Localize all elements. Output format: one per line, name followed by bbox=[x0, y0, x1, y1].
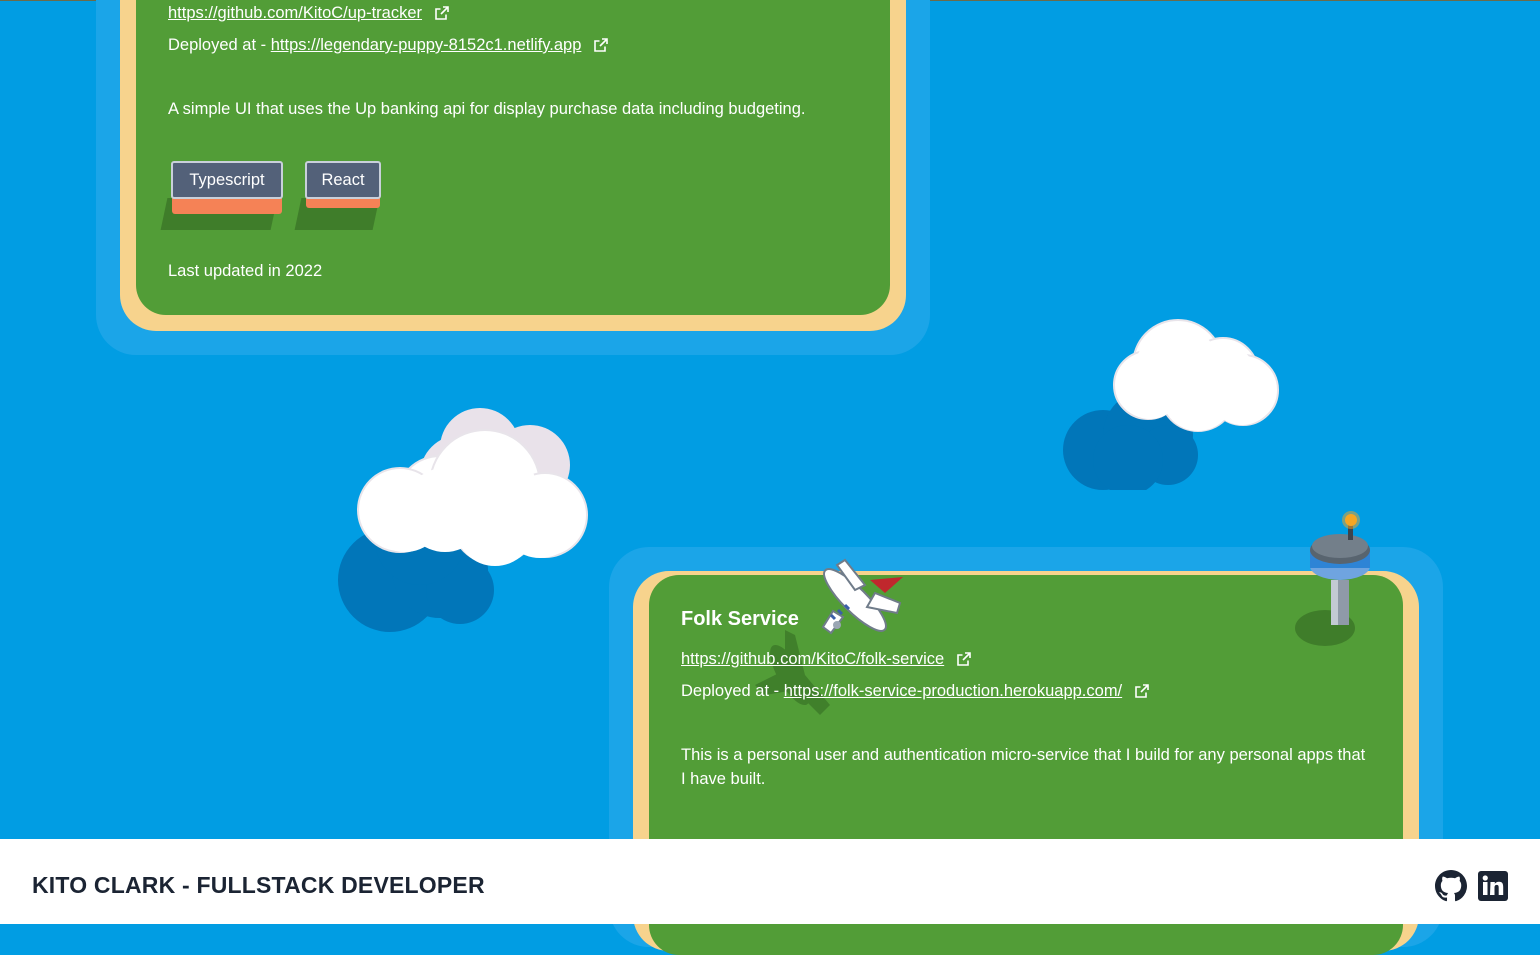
linkedin-link[interactable] bbox=[1478, 871, 1508, 901]
repo-link-row: https://github.com/KitoC/folk-service bbox=[681, 647, 1371, 671]
deployed-link[interactable]: https://legendary-puppy-8152c1.netlify.a… bbox=[271, 33, 582, 57]
project-title: Folk Service bbox=[681, 608, 799, 630]
project-card-up-tracker-content: https://github.com/KitoC/up-tracker Depl… bbox=[168, 1, 868, 121]
project-description: A simple UI that uses the Up banking api… bbox=[168, 100, 806, 118]
tag-typescript: Typescript bbox=[160, 160, 290, 232]
deployed-link[interactable]: https://folk-service-production.herokuap… bbox=[784, 679, 1122, 703]
site-title: KITO CLARK - FULLSTACK DEVELOPER bbox=[32, 872, 485, 898]
tag-label: Typescript bbox=[171, 161, 283, 199]
project-card-folk-service-content: Folk Service https://github.com/KitoC/fo… bbox=[681, 607, 1371, 791]
tag-react: React bbox=[290, 160, 390, 232]
deployed-prefix: Deployed at - bbox=[168, 36, 267, 54]
last-updated: Last updated in 2022 bbox=[168, 262, 323, 280]
cloud-right bbox=[1063, 319, 1279, 490]
footer: KITO CLARK - FULLSTACK DEVELOPER bbox=[0, 839, 1540, 924]
deployed-row: Deployed at - https://legendary-puppy-81… bbox=[168, 33, 868, 57]
repo-link[interactable]: https://github.com/KitoC/up-tracker bbox=[168, 1, 422, 25]
project-description: This is a personal user and authenticati… bbox=[681, 746, 1366, 788]
cloud-left bbox=[338, 408, 588, 632]
repo-link[interactable]: https://github.com/KitoC/folk-service bbox=[681, 647, 944, 671]
github-icon bbox=[1435, 870, 1467, 902]
repo-link-row: https://github.com/KitoC/up-tracker bbox=[168, 1, 868, 25]
linkedin-icon bbox=[1478, 871, 1508, 901]
deployed-row: Deployed at - https://folk-service-produ… bbox=[681, 679, 1371, 703]
external-link-icon[interactable] bbox=[1134, 683, 1150, 699]
tag-label: React bbox=[305, 161, 381, 199]
external-link-icon[interactable] bbox=[593, 37, 609, 53]
deployed-prefix: Deployed at - bbox=[681, 682, 780, 700]
github-link[interactable] bbox=[1435, 870, 1467, 902]
external-link-icon[interactable] bbox=[956, 651, 972, 667]
external-link-icon[interactable] bbox=[434, 5, 450, 21]
